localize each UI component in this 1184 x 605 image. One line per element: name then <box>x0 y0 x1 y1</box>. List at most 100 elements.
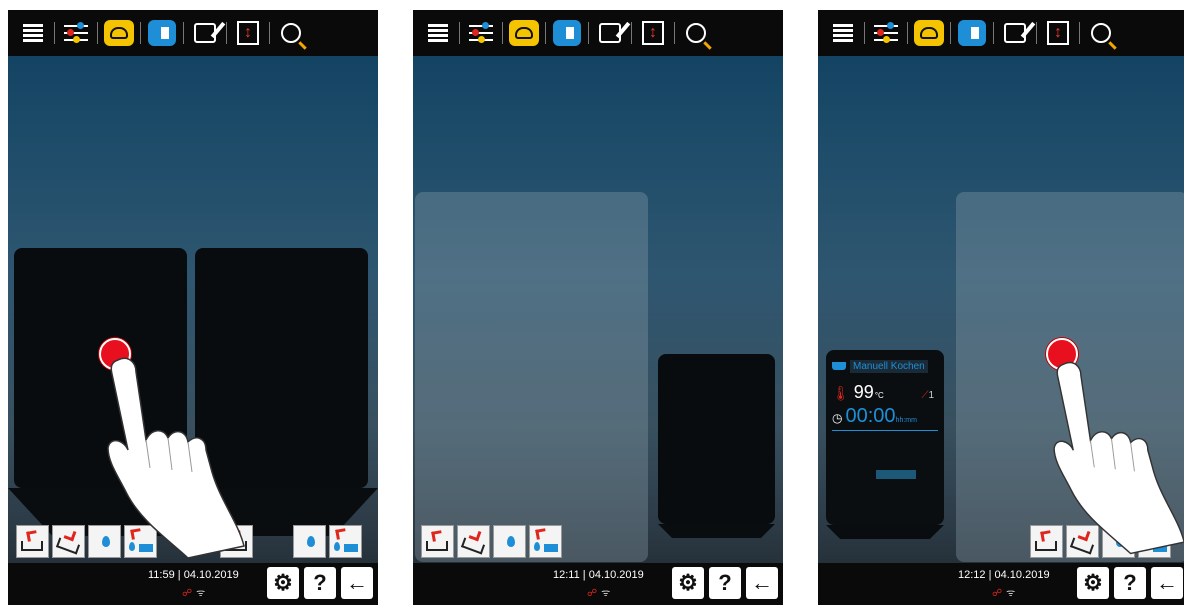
cooking-button[interactable] <box>104 18 134 48</box>
pan-layout-button[interactable] <box>147 18 177 48</box>
network-icon: ☍ <box>587 588 598 599</box>
probe-count: ⟋1 <box>921 390 934 401</box>
tilt-down-button[interactable] <box>52 525 85 558</box>
toolbar-divider <box>140 22 141 44</box>
search-button[interactable] <box>681 18 711 48</box>
timer-icon: ◷ <box>832 411 843 425</box>
pan-layout-button[interactable] <box>552 18 582 48</box>
edit-icon <box>1004 23 1026 43</box>
top-toolbar: ↕ <box>818 10 1184 56</box>
lift-button[interactable]: ↕ <box>1043 18 1073 48</box>
lift-button[interactable]: ↕ <box>638 18 668 48</box>
timer-value: 00:00 <box>845 405 896 427</box>
search-icon <box>281 23 301 43</box>
back-button[interactable]: ← <box>341 567 373 599</box>
search-button[interactable] <box>1086 18 1116 48</box>
hand-pointer-icon <box>107 357 245 559</box>
card-base-shadow <box>826 525 944 539</box>
water-button[interactable] <box>293 525 326 558</box>
card-progress-bar <box>876 470 916 479</box>
help-button[interactable]: ? <box>304 567 336 599</box>
chef-hat-icon <box>104 20 134 46</box>
toolbar-divider <box>226 22 227 44</box>
settings-button[interactable]: ⚙ <box>1077 567 1109 599</box>
time-date: 12:12 | 04.10.2019 <box>958 569 1050 581</box>
edit-button[interactable] <box>1000 18 1030 48</box>
screen-expanded-pan: ↕ 12:11 | 04.10.2019 ☍ ᯤ ⚙ ? ← <box>413 10 783 605</box>
menu-icon <box>23 24 43 42</box>
filter-button[interactable] <box>871 18 901 48</box>
water-drop-icon <box>307 536 315 547</box>
water-drop-icon <box>507 536 515 547</box>
toolbar-divider <box>269 22 270 44</box>
status-icons: ☍ ᯤ <box>992 585 1015 599</box>
time-date: 11:59 | 04.10.2019 <box>148 569 239 581</box>
toolbar-divider <box>674 22 675 44</box>
cooking-program-card[interactable]: Manuell Kochen 🌡 99 °C ⟋1 ◷ 00:00 hh:mm <box>826 350 944 525</box>
bottom-status-bar: 11:59 | 04.10.2019 ☍ ᯤ ⚙ ? ← <box>8 563 378 605</box>
toolbar-divider <box>907 22 908 44</box>
back-arrow-icon: ← <box>346 570 368 595</box>
tilt-down-button[interactable] <box>457 525 490 558</box>
lift-button[interactable]: ↕ <box>233 18 263 48</box>
edit-button[interactable] <box>595 18 625 48</box>
chef-hat-icon <box>914 20 944 46</box>
bottom-status-bar: 12:11 | 04.10.2019 ☍ ᯤ ⚙ ? ← <box>413 563 783 605</box>
temperature-unit: °C <box>874 391 884 400</box>
menu-button[interactable] <box>18 18 48 48</box>
pan-layout-icon <box>958 20 986 46</box>
toolbar-divider <box>502 22 503 44</box>
wifi-icon: ᯤ <box>196 588 206 599</box>
edit-button[interactable] <box>190 18 220 48</box>
search-button[interactable] <box>276 18 306 48</box>
top-toolbar: ↕ <box>8 10 378 56</box>
tilt-up-button[interactable] <box>16 525 49 558</box>
filter-button[interactable] <box>61 18 91 48</box>
temperature-row: 🌡 99 °C ⟋1 <box>832 382 938 403</box>
toolbar-divider <box>545 22 546 44</box>
back-button[interactable]: ← <box>746 567 778 599</box>
network-icon: ☍ <box>992 588 1003 599</box>
menu-icon <box>833 24 853 42</box>
status-icons: ☍ ᯤ <box>182 585 205 599</box>
settings-gear-icon: ⚙ <box>678 570 698 595</box>
filter-button[interactable] <box>466 18 496 48</box>
timer-unit: hh:mm <box>895 417 917 424</box>
help-button[interactable]: ? <box>709 567 741 599</box>
toolbar-divider <box>1036 22 1037 44</box>
thermometer-icon: 🌡 <box>832 385 850 401</box>
tilt-up-button[interactable] <box>421 525 454 558</box>
cooking-button[interactable] <box>509 18 539 48</box>
screen-two-pans: ↕ 11:59 | 04.10.2019 ☍ ᯤ ⚙ ? ← <box>8 10 378 605</box>
pan-left-expanded[interactable] <box>415 192 648 562</box>
help-button[interactable]: ? <box>1114 567 1146 599</box>
edit-icon <box>599 23 621 43</box>
toolbar-divider <box>183 22 184 44</box>
chef-hat-icon <box>509 20 539 46</box>
time-date: 12:11 | 04.10.2019 <box>553 569 644 581</box>
program-title: Manuell Kochen <box>850 359 928 373</box>
pan-right-collapsed[interactable] <box>658 354 775 524</box>
toolbar-divider <box>631 22 632 44</box>
pot-icon <box>832 362 846 370</box>
sliders-icon <box>469 22 493 43</box>
cooking-button[interactable] <box>914 18 944 48</box>
toolbar-divider <box>588 22 589 44</box>
search-icon <box>1091 23 1111 43</box>
settings-button[interactable]: ⚙ <box>267 567 299 599</box>
settings-gear-icon: ⚙ <box>273 570 293 595</box>
lift-updown-icon: ↕ <box>237 21 259 45</box>
pan-layout-button[interactable] <box>957 18 987 48</box>
status-icons: ☍ ᯤ <box>587 585 610 599</box>
back-button[interactable]: ← <box>1151 567 1183 599</box>
pan-layout-icon <box>148 20 176 46</box>
fill-button[interactable] <box>529 525 562 558</box>
settings-button[interactable]: ⚙ <box>672 567 704 599</box>
menu-button[interactable] <box>828 18 858 48</box>
bottom-status-bar: 12:12 | 04.10.2019 ☍ ᯤ ⚙ ? ← <box>818 563 1184 605</box>
menu-button[interactable] <box>423 18 453 48</box>
search-icon <box>686 23 706 43</box>
water-button[interactable] <box>493 525 526 558</box>
fill-button[interactable] <box>329 525 362 558</box>
sliders-icon <box>64 22 88 43</box>
